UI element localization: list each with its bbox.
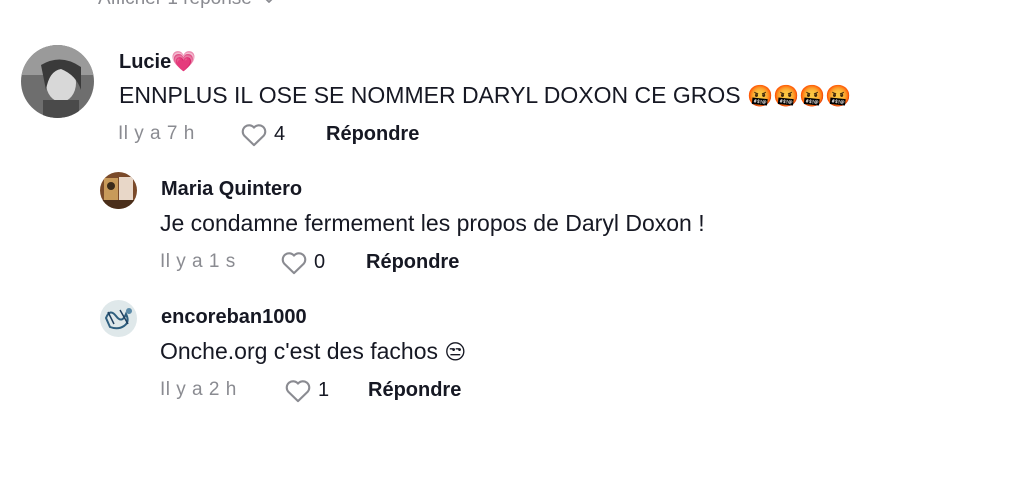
heart-icon (241, 124, 267, 147)
like-count: 0 (314, 250, 326, 273)
username[interactable]: Lucie💗 (119, 49, 196, 74)
timestamp: Il y a 7 h (118, 123, 195, 144)
heart-icon (285, 380, 311, 403)
avatar[interactable] (100, 172, 137, 209)
timestamp: Il y a 2 h (160, 379, 237, 400)
comment-meta: Il y a 2 h 1 Répondre (160, 377, 461, 403)
like-button[interactable]: 0 (280, 249, 366, 275)
like-count: 1 (318, 378, 330, 401)
show-replies-label: Afficher 1 réponse (98, 0, 252, 10)
show-replies-link[interactable]: Afficher 1 réponse (98, 0, 278, 10)
comment-emoji: 😒 (444, 341, 467, 364)
comment-emoji: 🤬🤬🤬🤬 (746, 85, 852, 108)
reply-button[interactable]: Répondre (366, 251, 459, 274)
comment-text-body: Onche.org c'est des fachos (160, 338, 438, 364)
reply-button[interactable]: Répondre (368, 379, 461, 402)
avatar[interactable] (100, 300, 137, 337)
timestamp: Il y a 1 s (160, 251, 236, 272)
comment-text: Onche.org c'est des fachos 😒 (160, 338, 466, 365)
like-count: 4 (274, 122, 286, 145)
comment-text-body: Je condamne fermement les propos de Dary… (160, 210, 705, 236)
comment-meta: Il y a 7 h 4 Répondre (118, 121, 419, 147)
like-button[interactable]: 4 (240, 121, 326, 147)
chevron-down-icon (265, 0, 273, 3)
reply-button[interactable]: Répondre (326, 123, 419, 146)
comment-text: ENNPLUS IL OSE SE NOMMER DARYL DOXON CE … (119, 82, 852, 109)
heart-icon (281, 252, 307, 275)
comment-meta: Il y a 1 s 0 Répondre (160, 249, 459, 275)
like-button[interactable]: 1 (284, 377, 368, 403)
username[interactable]: Maria Quintero (161, 178, 302, 201)
comment-text: Je condamne fermement les propos de Dary… (160, 210, 705, 237)
comment-text-body: ENNPLUS IL OSE SE NOMMER DARYL DOXON CE … (119, 82, 741, 108)
username[interactable]: encoreban1000 (161, 306, 307, 329)
avatar[interactable] (21, 45, 94, 118)
